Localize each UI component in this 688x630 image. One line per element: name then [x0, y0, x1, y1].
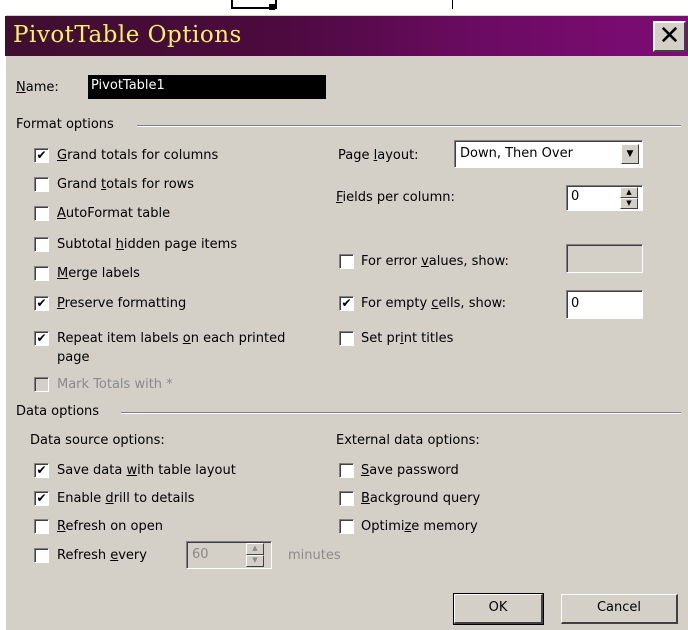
format-options-heading: Format options [16, 117, 114, 132]
grand-totals-rows-checkbox[interactable] [34, 177, 49, 192]
close-button[interactable]: ✕ [653, 21, 686, 52]
print-titles-checkbox[interactable] [339, 331, 354, 346]
data-options-heading: Data options [16, 404, 100, 419]
subtotal-hidden-label[interactable]: Subtotal hidden page items [57, 237, 237, 253]
refresh-every-label[interactable]: Refresh every [57, 548, 147, 564]
optimize-memory-label[interactable]: Optimize memory [361, 519, 478, 535]
enable-drill-label[interactable]: Enable drill to details [57, 491, 195, 507]
close-icon: ✕ [658, 21, 681, 51]
grand-totals-columns-checkbox[interactable]: ✔ [34, 148, 49, 163]
empty-cells-field[interactable]: 0 [566, 290, 643, 319]
preserve-formatting-checkbox[interactable]: ✔ [34, 296, 49, 311]
page-layout-dropdown[interactable]: Down, Then Over [454, 140, 643, 168]
spin-up-icon[interactable]: ▲ [620, 187, 638, 198]
repeat-item-labels-label[interactable]: Repeat item labels on each printed [57, 331, 285, 347]
enable-drill-checkbox[interactable]: ✔ [34, 491, 49, 506]
error-values-checkbox[interactable] [339, 254, 354, 269]
mark-totals-checkbox [34, 377, 49, 392]
refresh-on-open-label[interactable]: Refresh on open [57, 519, 163, 535]
refresh-interval-spinner: ▲ ▼ [246, 543, 264, 567]
pivottable-options-dialog [5, 14, 688, 630]
merge-labels-label[interactable]: Merge labels [57, 266, 140, 282]
ok-button[interactable]: OK [453, 593, 544, 625]
external-data-options-heading: External data options: [336, 433, 480, 448]
save-data-label[interactable]: Save data with table layout [57, 463, 236, 479]
autoformat-checkbox[interactable] [34, 206, 49, 221]
optimize-memory-checkbox[interactable] [339, 519, 354, 534]
save-data-checkbox[interactable]: ✔ [34, 463, 49, 478]
refresh-on-open-checkbox[interactable] [34, 519, 49, 534]
name-label: Name: [16, 80, 59, 95]
spin-up-icon: ▲ [246, 543, 264, 555]
data-options-divider [121, 412, 681, 414]
repeat-item-labels-label-cont: page [57, 350, 90, 365]
save-password-checkbox[interactable] [339, 463, 354, 478]
spin-down-icon[interactable]: ▼ [620, 198, 638, 209]
format-options-divider [137, 125, 681, 127]
preserve-formatting-label[interactable]: Preserve formatting [57, 296, 186, 312]
error-values-label[interactable]: For error values, show: [361, 254, 509, 270]
data-source-options-heading: Data source options: [30, 433, 165, 448]
fields-per-column-label: Fields per column: [336, 190, 455, 205]
background-divider [452, 0, 453, 9]
fields-per-column-spinner[interactable]: ▲ ▼ [620, 187, 638, 209]
page-layout-dropdown-button[interactable]: ▼ [621, 144, 639, 164]
print-titles-label[interactable]: Set print titles [361, 331, 453, 347]
grand-totals-rows-label[interactable]: Grand totals for rows [57, 177, 194, 193]
cancel-button[interactable]: Cancel [561, 594, 678, 624]
empty-cells-checkbox[interactable]: ✔ [339, 296, 354, 311]
mark-totals-label: Mark Totals with * [57, 377, 173, 392]
repeat-item-labels-checkbox[interactable]: ✔ [34, 331, 49, 346]
merge-labels-checkbox[interactable] [34, 266, 49, 281]
subtotal-hidden-checkbox[interactable] [34, 237, 49, 252]
minutes-label: minutes [288, 548, 341, 563]
grand-totals-columns-label[interactable]: Grand totals for columns [57, 148, 218, 164]
background-query-label[interactable]: Background query [361, 491, 480, 507]
empty-cells-label[interactable]: For empty cells, show: [361, 296, 506, 312]
background-query-checkbox[interactable] [339, 491, 354, 506]
error-values-field [566, 244, 643, 273]
refresh-every-checkbox[interactable] [34, 548, 49, 563]
chevron-down-icon: ▼ [626, 149, 634, 159]
background-handle [269, 4, 275, 10]
spin-down-icon: ▼ [246, 555, 264, 567]
autoformat-label[interactable]: AutoFormat table [57, 206, 170, 222]
page-layout-label: Page layout: [338, 148, 419, 163]
dialog-title: PivotTable Options [13, 22, 242, 48]
name-field[interactable]: PivotTable1 [88, 75, 326, 99]
save-password-label[interactable]: Save password [361, 463, 459, 479]
